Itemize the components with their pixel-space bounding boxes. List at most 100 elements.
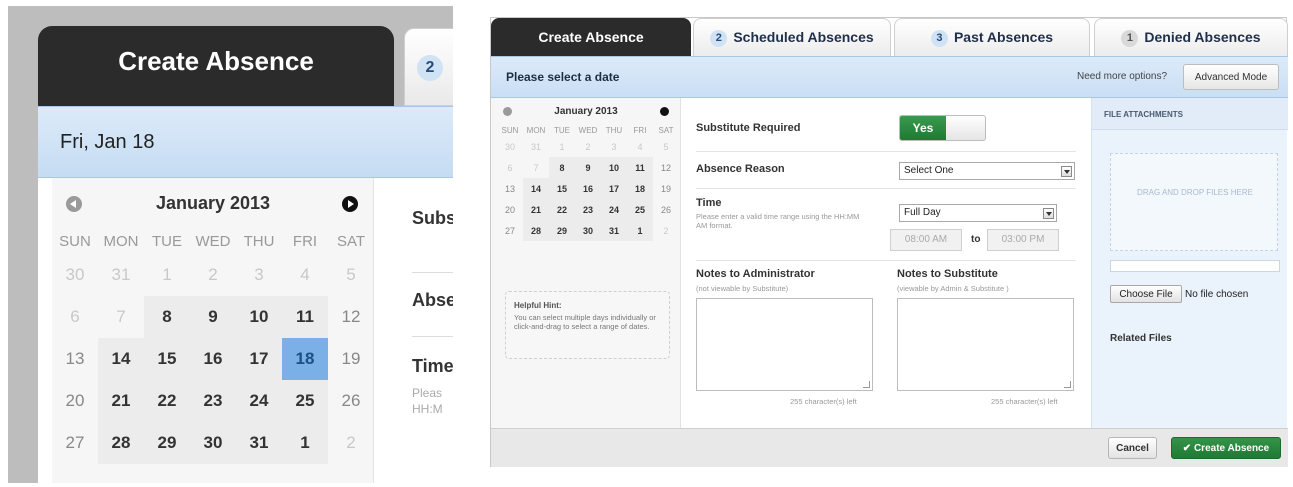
calendar-day[interactable]: 24 xyxy=(601,199,627,220)
chevron-down-icon xyxy=(1061,166,1072,177)
tab-count-badge: 3 xyxy=(930,30,948,47)
calendar-day[interactable]: 28 xyxy=(523,220,549,241)
create-absence-button[interactable]: ✔ Create Absence xyxy=(1171,437,1281,459)
select-date-prompt: Please select a date xyxy=(506,70,620,84)
weekday-wed: WED xyxy=(578,125,598,135)
zoom-label-absence: Abse xyxy=(412,290,453,310)
calendar-day-selected[interactable]: 18 xyxy=(282,338,328,380)
calendar-day[interactable]: 8 xyxy=(144,296,190,338)
chevron-down-icon xyxy=(1043,208,1054,219)
calendar-day[interactable]: 10 xyxy=(601,157,627,178)
calendar-day: 19 xyxy=(660,183,671,194)
calendar-day: 6 xyxy=(70,307,80,326)
advanced-mode-button[interactable]: Advanced Mode xyxy=(1183,64,1279,90)
week-row: 20 21 22 23 24 25 26 xyxy=(497,199,679,220)
calendar-day[interactable]: 10 xyxy=(236,296,282,338)
absence-reason-select[interactable]: Select One xyxy=(899,162,1075,180)
calendar-day[interactable]: 9 xyxy=(575,157,601,178)
toggle-on-label: Yes xyxy=(900,116,946,140)
calendar-day[interactable]: 14 xyxy=(98,338,144,380)
zoom-label-substitute: Subs xyxy=(412,208,453,228)
calendar-day[interactable]: 14 xyxy=(523,178,549,199)
weekday-row: SUN MON TUE WED THU FRI SAT xyxy=(497,124,679,136)
calendar-day[interactable]: 15 xyxy=(549,178,575,199)
calendar-day[interactable]: 22 xyxy=(549,199,575,220)
month-title: January 2013 xyxy=(554,106,618,117)
calendar-day: 26 xyxy=(341,391,361,410)
zoom-week-row: 13 14 15 16 17 18 19 xyxy=(52,338,374,380)
calendar-day[interactable]: 25 xyxy=(282,380,328,422)
zoom-time-hint: Pleas xyxy=(412,386,443,400)
calendar-day[interactable]: 16 xyxy=(575,178,601,199)
calendar-day[interactable]: 9 xyxy=(190,296,236,338)
tab-denied-absences[interactable]: 1 Denied Absences xyxy=(1094,18,1288,56)
calendar-day[interactable]: 17 xyxy=(601,178,627,199)
start-time-input[interactable]: 08:00 AM xyxy=(890,229,962,251)
weekday-sun: SUN xyxy=(59,232,91,250)
calendar-day[interactable]: 30 xyxy=(190,422,236,464)
calendar-day[interactable]: 1 xyxy=(282,422,328,464)
zoom-next-month-icon[interactable] xyxy=(342,196,358,212)
substitute-required-toggle[interactable]: Yes xyxy=(899,115,986,141)
tab-count-badge: 2 xyxy=(710,30,728,47)
calendar-day: 20 xyxy=(504,204,515,215)
weekday-sat: SAT xyxy=(336,232,366,250)
tab-past-absences[interactable]: 3 Past Absences xyxy=(894,18,1090,56)
next-month-icon[interactable] xyxy=(660,107,669,116)
calendar-day[interactable]: 16 xyxy=(190,338,236,380)
weekday-thu: THU xyxy=(243,232,275,250)
time-select[interactable]: Full Day xyxy=(899,204,1057,222)
weekday-wed: WED xyxy=(195,232,231,250)
calendar-day[interactable]: 18 xyxy=(627,178,653,199)
calendar-day[interactable]: 22 xyxy=(144,380,190,422)
calendar-day[interactable]: 1 xyxy=(627,220,653,241)
choose-file-button[interactable]: Choose File xyxy=(1110,285,1182,303)
cancel-button[interactable]: Cancel xyxy=(1108,437,1157,459)
zoom-divider xyxy=(412,336,453,337)
notes-substitute-textarea[interactable] xyxy=(897,298,1074,391)
calendar-day: 12 xyxy=(660,162,671,173)
calendar-day[interactable]: 31 xyxy=(601,220,627,241)
calendar-day: 5 xyxy=(346,265,356,284)
zoom-divider xyxy=(412,272,453,273)
zoom-time-hint: HH:M xyxy=(412,402,443,416)
notes-substitute-char-counter: 255 character(s) left xyxy=(991,397,1058,406)
calendar-day[interactable]: 24 xyxy=(236,380,282,422)
calendar-day[interactable]: 31 xyxy=(236,422,282,464)
notes-admin-textarea[interactable] xyxy=(696,298,873,391)
week-row: 13 14 15 16 17 18 19 xyxy=(497,178,679,199)
calendar-day[interactable]: 28 xyxy=(98,422,144,464)
substitute-required-label: Substitute Required xyxy=(696,122,801,134)
calendar-day[interactable]: 29 xyxy=(144,422,190,464)
helpful-hint-box: Helpful Hint: You can select multiple da… xyxy=(505,291,670,359)
tab-create-absence[interactable]: Create Absence xyxy=(491,18,691,56)
calendar-day[interactable]: 23 xyxy=(190,380,236,422)
absence-reason-value: Select One xyxy=(904,165,954,176)
calendar-day: 3 xyxy=(254,265,264,284)
calendar-day[interactable]: 25 xyxy=(627,199,653,220)
calendar-day[interactable]: 23 xyxy=(575,199,601,220)
file-drop-zone[interactable]: DRAG AND DROP FILES HERE xyxy=(1110,153,1278,251)
tab-label: Past Absences xyxy=(953,29,1054,45)
calendar-day[interactable]: 21 xyxy=(98,380,144,422)
calendar-day: 27 xyxy=(65,433,85,452)
calendar-day[interactable]: 17 xyxy=(236,338,282,380)
calendar-day[interactable]: 11 xyxy=(282,296,328,338)
zoom-tab-scheduled-absences[interactable]: 2 xyxy=(404,28,453,106)
calendar-day[interactable]: 21 xyxy=(523,199,549,220)
calendar-day[interactable]: 15 xyxy=(144,338,190,380)
calendar-day[interactable]: 30 xyxy=(575,220,601,241)
calendar-day[interactable]: 8 xyxy=(549,157,575,178)
form-divider xyxy=(696,151,1076,152)
calendar-day[interactable]: 29 xyxy=(549,220,575,241)
more-options-label: Need more options? xyxy=(1077,71,1168,82)
date-prompt-bar: Please select a date Need more options? … xyxy=(491,56,1288,98)
tab-label: Scheduled Absences xyxy=(733,29,874,45)
calendar-day: 2 xyxy=(346,433,356,452)
end-time-input[interactable]: 03:00 PM xyxy=(987,229,1059,251)
zoom-tab-create-absence[interactable]: Create Absence xyxy=(38,26,394,106)
zoom-week-row: 27 28 29 30 31 1 2 xyxy=(52,422,374,464)
zoom-selected-date-bar: Fri, Jan 18 xyxy=(38,106,453,178)
calendar-day[interactable]: 11 xyxy=(627,157,653,178)
tab-scheduled-absences[interactable]: 2 Scheduled Absences xyxy=(693,18,891,56)
